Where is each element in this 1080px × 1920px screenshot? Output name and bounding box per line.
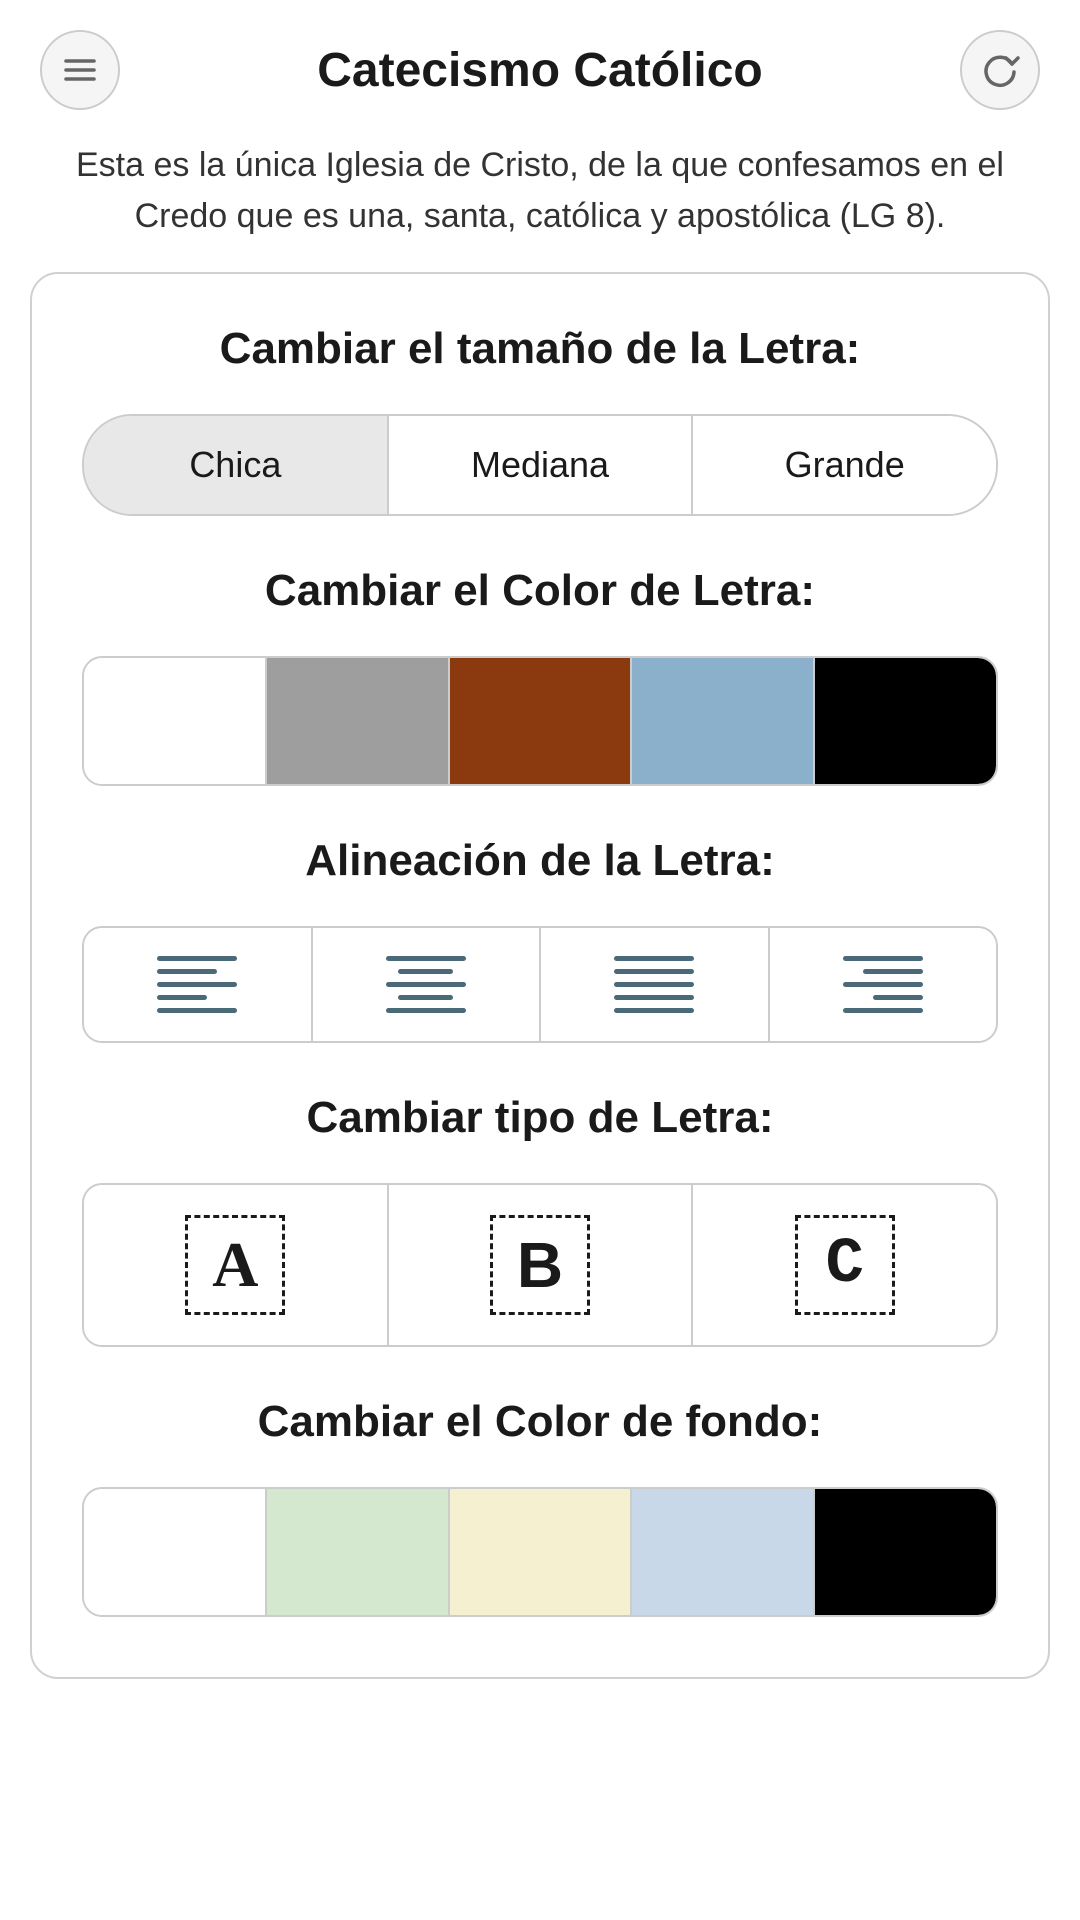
font-color-selector [82,656,998,786]
font-color-title: Cambiar el Color de Letra: [82,566,998,616]
align-right-btn[interactable] [770,928,997,1041]
bg-color-selector [82,1487,998,1617]
bg-color-black[interactable] [815,1489,996,1615]
menu-icon [60,50,100,90]
font-color-gray[interactable] [267,658,450,784]
refresh-button[interactable] [960,30,1040,110]
font-color-black[interactable] [815,658,996,784]
font-letter-c: C [795,1215,895,1315]
bg-color-yellow[interactable] [450,1489,633,1615]
font-color-lightblue[interactable] [632,658,815,784]
font-size-medium[interactable]: Mediana [389,416,694,514]
refresh-icon [980,50,1020,90]
bg-color-blue[interactable] [632,1489,815,1615]
align-left-icon [157,956,237,1013]
font-type-b[interactable]: B [389,1185,694,1345]
align-center-icon [386,956,466,1013]
bg-color-green[interactable] [267,1489,450,1615]
font-size-selector: Chica Mediana Grande [82,414,998,516]
font-letter-a: A [185,1215,285,1315]
subtitle-text: Esta es la única Iglesia de Cristo, de l… [0,130,1080,272]
align-center-btn[interactable] [313,928,542,1041]
align-left-btn[interactable] [84,928,313,1041]
font-type-selector: A B C [82,1183,998,1347]
font-size-large[interactable]: Grande [693,416,996,514]
alignment-selector [82,926,998,1043]
align-justify-btn[interactable] [541,928,770,1041]
align-justify-icon [614,956,694,1013]
bg-color-white[interactable] [84,1489,267,1615]
font-type-a[interactable]: A [84,1185,389,1345]
bg-color-title: Cambiar el Color de fondo: [82,1397,998,1447]
page-title: Catecismo Católico [120,43,960,98]
font-color-white[interactable] [84,658,267,784]
font-size-title: Cambiar el tamaño de la Letra: [82,324,998,374]
font-color-brown[interactable] [450,658,633,784]
alignment-title: Alineación de la Letra: [82,836,998,886]
align-right-icon [843,956,923,1013]
font-type-title: Cambiar tipo de Letra: [82,1093,998,1143]
font-type-c[interactable]: C [693,1185,996,1345]
header: Catecismo Católico [0,0,1080,130]
settings-card: Cambiar el tamaño de la Letra: Chica Med… [30,272,1050,1679]
font-letter-b: B [490,1215,590,1315]
font-size-small[interactable]: Chica [84,416,389,514]
menu-button[interactable] [40,30,120,110]
